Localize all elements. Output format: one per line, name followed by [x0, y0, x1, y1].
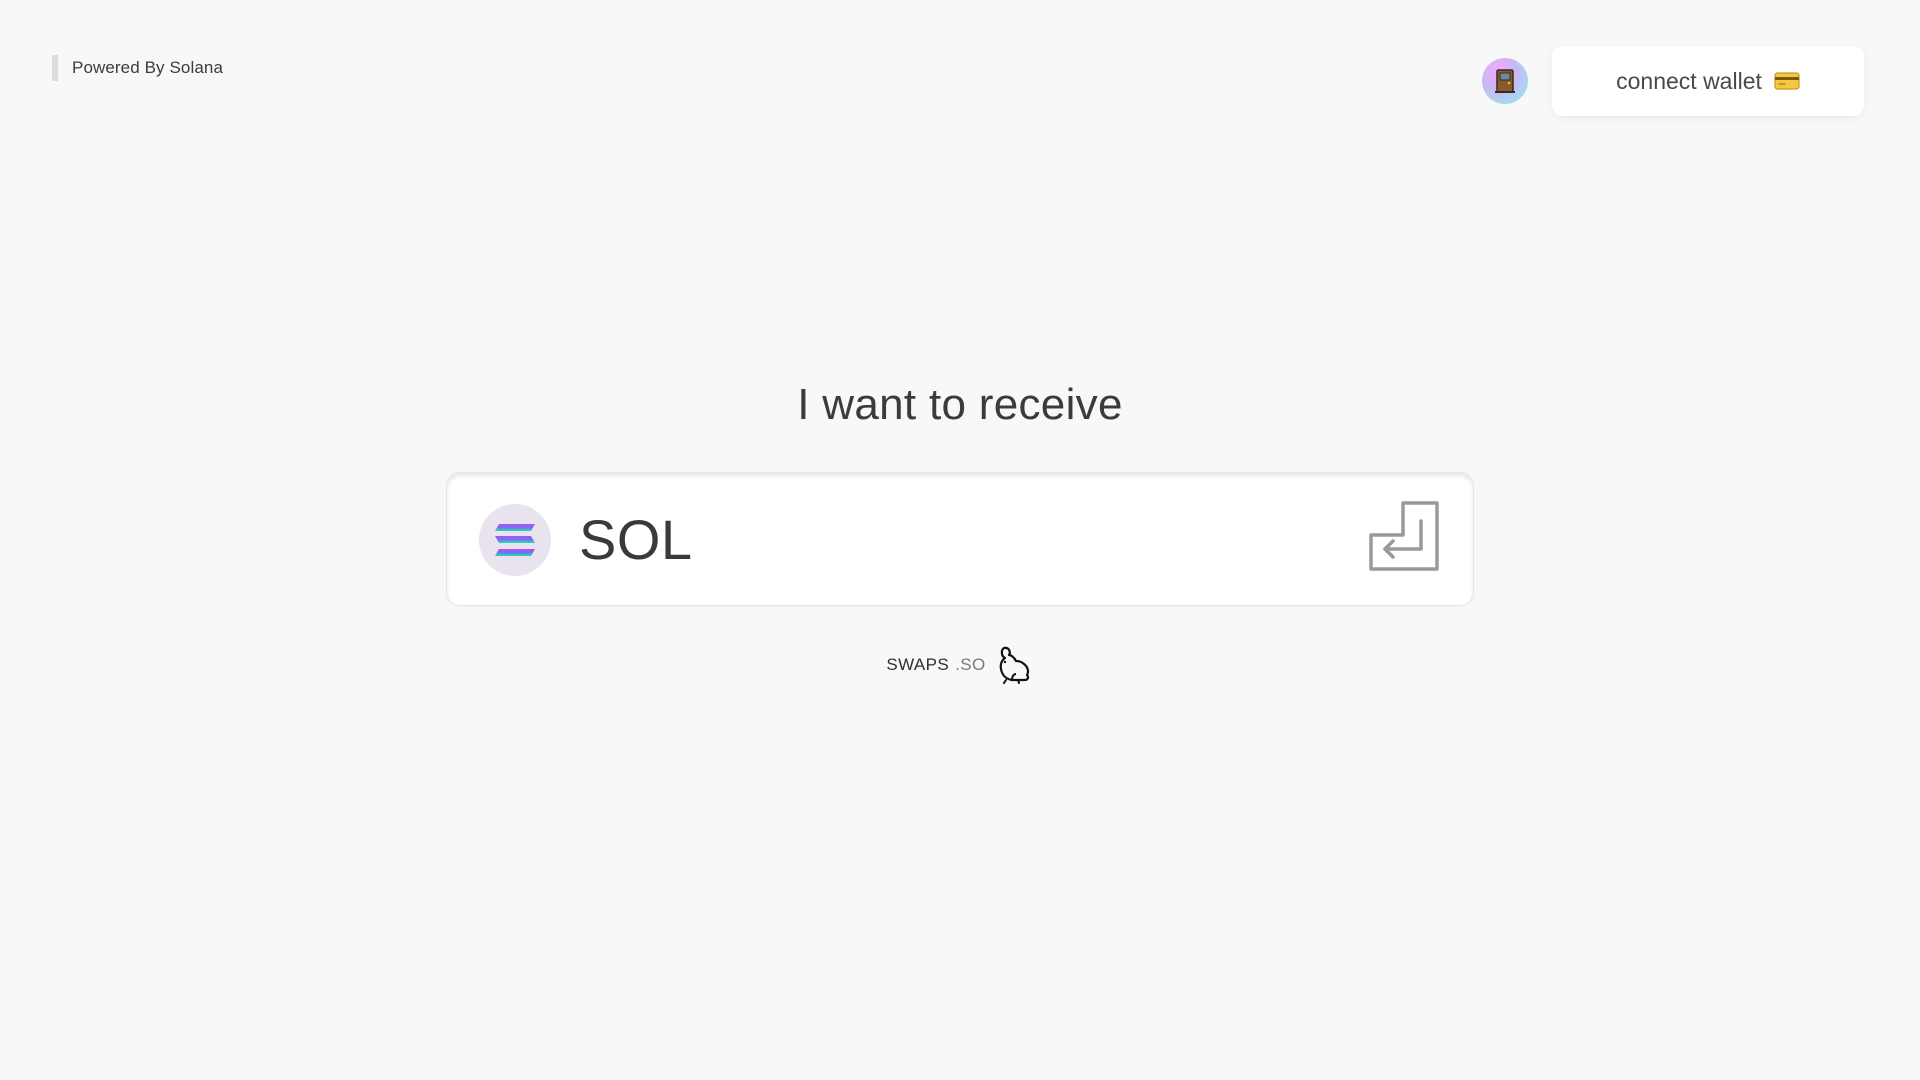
brand-tld: .SO	[955, 655, 986, 674]
token-selector[interactable]: SOL	[446, 472, 1474, 606]
powered-by-badge: Powered By Solana	[52, 55, 223, 81]
solana-logo-icon	[479, 504, 551, 576]
enter-return-button[interactable]	[1367, 499, 1441, 573]
enter-return-icon	[1369, 501, 1439, 571]
page-heading: I want to receive	[797, 380, 1123, 429]
swap-page: Powered By Solana connect wallet I want …	[0, 0, 1920, 1080]
credit-card-icon	[1774, 72, 1800, 90]
token-symbol: SOL	[579, 508, 693, 571]
connect-wallet-label: connect wallet	[1616, 67, 1762, 94]
rabbit-icon	[999, 646, 1029, 684]
connect-wallet-button[interactable]: connect wallet	[1552, 46, 1864, 116]
door-icon	[1495, 69, 1515, 93]
powered-by-text: Powered By Solana	[72, 58, 224, 77]
brand-footer: SWAPS .SO	[0, 644, 1920, 686]
profile-avatar[interactable]	[1482, 58, 1528, 104]
brand-name: SWAPS	[886, 655, 950, 674]
